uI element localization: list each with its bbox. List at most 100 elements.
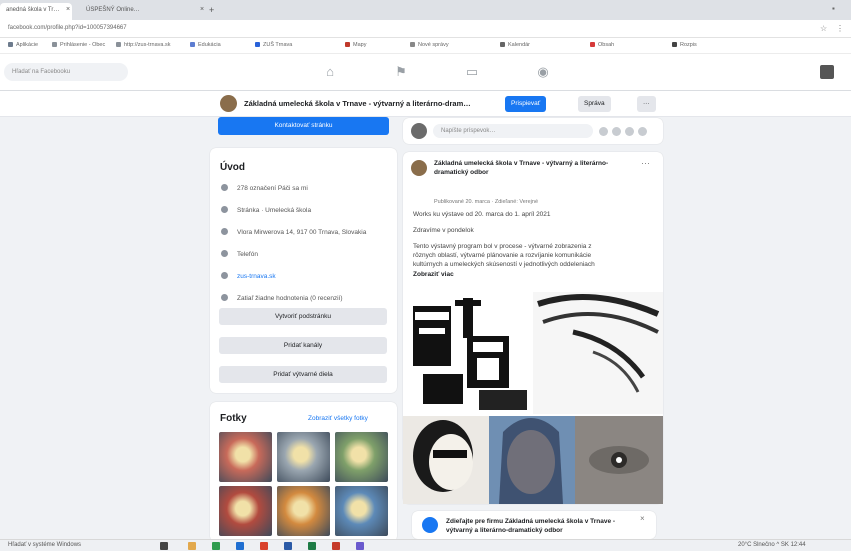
add-channels-button[interactable]: Pridať kanály [219, 337, 387, 354]
bookmark-favicon-icon [345, 42, 350, 47]
bookmark-label: http://zus-trnava.sk [124, 42, 171, 48]
composer-input[interactable]: Napíšte príspevok… [433, 124, 593, 138]
avatar [411, 123, 427, 139]
about-row-text: Zatiaľ žiadne hodnotenia (0 recenzií) [237, 295, 343, 302]
start-icon[interactable] [160, 542, 168, 550]
likes-icon [221, 184, 228, 191]
post-text-line: Works ku výstave od 20. marca do 1. aprí… [413, 211, 551, 218]
photo-thumbnail[interactable] [335, 432, 388, 482]
post-text-line: Zdravíme v pondelok [413, 227, 474, 234]
post-options-icon[interactable]: ··· [641, 159, 650, 168]
photo-thumbnail[interactable] [335, 486, 388, 536]
facebook-header: Hľadať na Facebooku ⌂ ⚑ ▭ ◉ [0, 54, 851, 91]
taskbar-search[interactable]: Hľadať v systéme Windows [8, 542, 81, 548]
app-icon[interactable] [356, 542, 364, 550]
bookmark-item[interactable]: Nové správy [410, 42, 449, 48]
bookmarks-bar: Aplikácie Prihlásenie - Obec http://zus-tr… [0, 38, 851, 54]
system-tray: 20°C Slnečno ^ SK 12:44 [738, 542, 806, 548]
star-icon[interactable]: ☆ [820, 24, 827, 33]
post-image-collage[interactable] [403, 292, 663, 504]
about-row[interactable]: zus-trnava.sk [221, 272, 276, 280]
see-all-photos-link[interactable]: Zobraziť všetky fotky [308, 415, 368, 422]
edge-icon[interactable] [236, 542, 244, 550]
excel-icon[interactable] [308, 542, 316, 550]
bookmark-item[interactable]: ZUŠ Trnava [255, 42, 292, 48]
search-input[interactable]: Hľadať na Facebooku [4, 63, 128, 81]
tag-icon[interactable] [612, 127, 621, 136]
bookmark-label: Mapy [353, 42, 367, 48]
avatar[interactable] [411, 160, 427, 176]
new-tab-icon[interactable]: + [209, 5, 214, 15]
feeling-icon[interactable] [625, 127, 634, 136]
pages-icon[interactable]: ⚑ [391, 63, 411, 81]
photo-thumbnail[interactable] [277, 432, 330, 482]
contact-page-button[interactable]: Kontaktovať stránku [218, 117, 389, 135]
bookmark-item[interactable]: Rozpis [672, 42, 697, 48]
photo-thumbnail[interactable] [219, 486, 272, 536]
groups-icon[interactable]: ◉ [533, 63, 553, 81]
chrome-icon[interactable] [260, 542, 268, 550]
file-explorer-icon[interactable] [188, 542, 196, 550]
tab-title: ÚSPEŠNÝ Online… [86, 7, 140, 13]
menu-icon[interactable]: ⋮ [836, 24, 844, 33]
bookmark-label: Prihlásenie - Obec [60, 42, 106, 48]
photo-thumbnail[interactable] [277, 486, 330, 536]
watch-icon[interactable]: ▭ [462, 63, 482, 81]
post-text-line: rôznych oblastí, výtvarné plánovanie a r… [413, 252, 592, 259]
bookmark-favicon-icon [500, 42, 505, 47]
photo-thumbnail[interactable] [219, 432, 272, 482]
bookmark-label: ZUŠ Trnava [263, 42, 293, 48]
bookmark-item[interactable]: Aplikácie [8, 42, 38, 48]
page-icon [221, 206, 228, 213]
powerpoint-icon[interactable] [332, 542, 340, 550]
see-more-link[interactable]: Zobraziť viac [413, 270, 653, 279]
notice-text: Zdieľajte pre firmu Základná umelecká šk… [446, 518, 616, 534]
app-icon[interactable] [212, 542, 220, 550]
bookmark-item[interactable]: Edukácia [190, 42, 221, 48]
apps-icon[interactable] [820, 65, 834, 79]
close-icon[interactable]: × [200, 6, 204, 13]
close-icon[interactable]: × [640, 515, 645, 523]
browser-tab-active[interactable]: anedná škola v Tr… [0, 3, 72, 20]
follow-button[interactable]: Prispievať [505, 96, 547, 112]
about-row-text: Telefón [237, 251, 258, 258]
about-row-text[interactable]: zus-trnava.sk [237, 273, 276, 280]
minimize-icon[interactable]: ▪ [832, 4, 835, 13]
about-row-text: Vlora Mirwerova 14, 917 00 Trnava, Slova… [237, 229, 367, 236]
bookmark-item[interactable]: Obsah [590, 42, 614, 48]
word-icon[interactable] [284, 542, 292, 550]
add-artwork-button[interactable]: Pridať výtvarné diela [219, 366, 387, 383]
browser-tab[interactable]: ÚSPEŠNÝ Online… [80, 3, 208, 20]
more-icon[interactable] [638, 127, 647, 136]
more-button[interactable]: ··· [637, 96, 656, 112]
about-row: 278 označení Páči sa mi [221, 184, 308, 192]
post-author[interactable]: Základná umelecká škola v Trnave - výtva… [434, 159, 634, 177]
bookmark-item[interactable]: http://zus-trnava.sk [116, 42, 170, 48]
photo-icon[interactable] [599, 127, 608, 136]
url-field[interactable]: facebook.com/profile.php?id=100057394667 [8, 25, 127, 31]
info-icon [422, 517, 438, 533]
bookmark-favicon-icon [8, 42, 13, 47]
address-bar: facebook.com/profile.php?id=100057394667… [0, 20, 851, 38]
bookmark-favicon-icon [590, 42, 595, 47]
location-icon [221, 228, 228, 235]
bookmark-item[interactable]: Prihlásenie - Obec [52, 42, 105, 48]
about-row-text: 278 označení Páči sa mi [237, 185, 308, 192]
post-text-line: kultúrnych a umeleckých skúseností v jed… [413, 261, 595, 268]
about-row: Vlora Mirwerova 14, 917 00 Trnava, Slova… [221, 228, 366, 236]
message-button[interactable]: Správa [578, 96, 611, 112]
about-title: Úvod [220, 162, 245, 173]
bookmark-label: Obsah [598, 42, 615, 48]
web-icon [221, 272, 228, 279]
page-avatar[interactable] [220, 95, 237, 112]
tab-title: anedná škola v Tr… [6, 7, 60, 13]
bookmark-item[interactable]: Mapy [345, 42, 366, 48]
phone-icon [221, 250, 228, 257]
bookmark-item[interactable]: Kalendár [500, 42, 530, 48]
about-card: Úvod 278 označení Páči sa mi Stránka · Um… [210, 148, 397, 393]
bookmark-label: Kalendár [508, 42, 531, 48]
close-icon[interactable]: × [66, 6, 70, 13]
create-subpage-button[interactable]: Vytvoriť podstránku [219, 308, 387, 325]
about-row-text: Stránka · Umelecká škola [237, 207, 312, 214]
home-icon[interactable]: ⌂ [320, 63, 340, 81]
